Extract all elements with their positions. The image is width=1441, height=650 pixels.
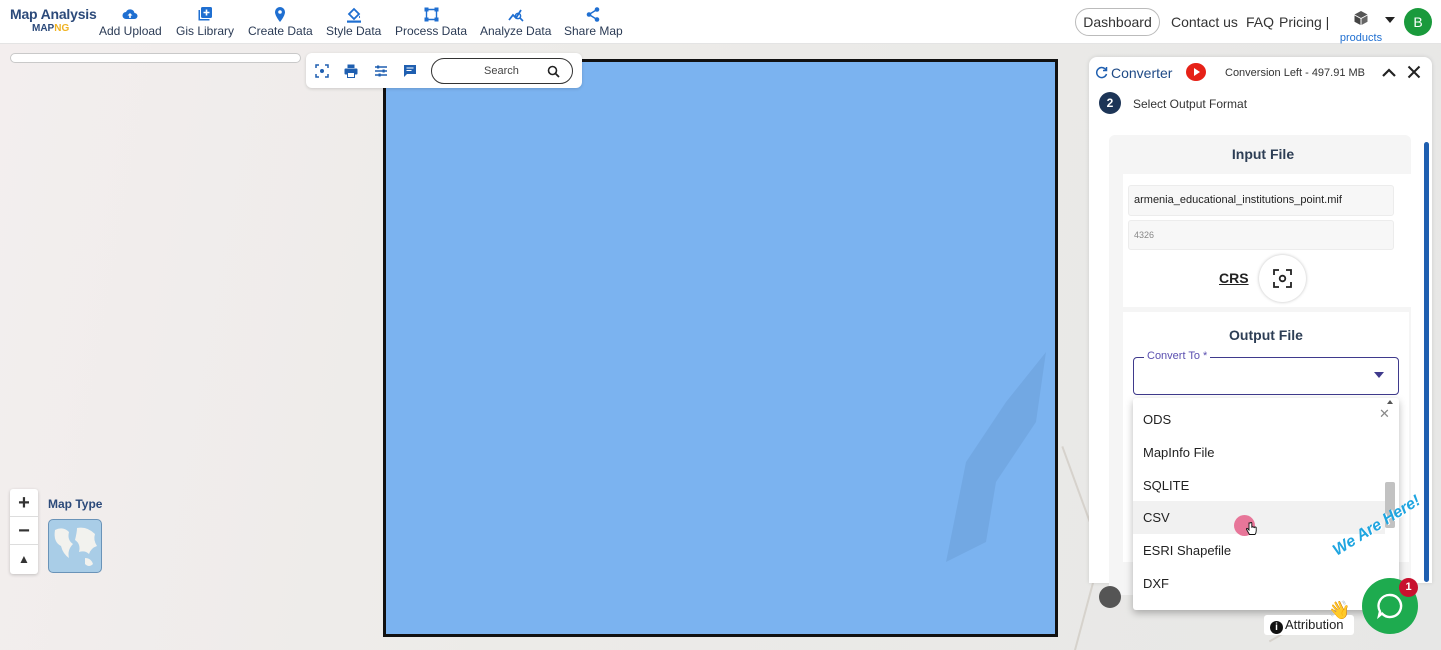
print-icon[interactable] [344, 64, 358, 78]
map-type-label: Map Type [48, 497, 103, 511]
info-icon: i [1270, 621, 1283, 634]
top-navbar: Map Analysis MAPNG Add Upload Gis Librar… [0, 0, 1441, 44]
crs-select-button[interactable] [1259, 255, 1306, 302]
convert-to-label: Convert To * [1144, 350, 1211, 362]
products-menu[interactable]: products [1336, 10, 1386, 44]
process-nodes-icon [395, 7, 467, 24]
input-file-heading: Input File [1231, 146, 1295, 162]
waving-hand-icon: 👋 [1328, 600, 1351, 620]
chevron-down-icon[interactable] [1374, 372, 1384, 378]
step-indicator [1099, 586, 1121, 608]
logo-subtitle-b: NG [54, 23, 70, 34]
search-placeholder: Search [484, 65, 519, 77]
nav-label: Gis Library [176, 24, 235, 38]
map-type-thumbnail[interactable] [48, 519, 102, 573]
nav-label: Share Map [564, 24, 623, 38]
focus-icon[interactable] [315, 64, 329, 78]
converter-header: Converter Conversion Left - 497.91 MB [1089, 57, 1432, 89]
nav-gis-library[interactable]: Gis Library [176, 7, 234, 38]
compass-reset-button[interactable]: ▲ [10, 545, 38, 573]
zoom-in-button[interactable]: + [10, 489, 38, 517]
contact-us-link[interactable]: Contact us [1171, 14, 1238, 30]
terrain-shading [946, 352, 1046, 562]
nav-share-map[interactable]: Share Map [564, 7, 623, 38]
nav-analyze-data[interactable]: Analyze Data [480, 7, 551, 38]
avatar[interactable]: B [1404, 8, 1432, 36]
opacity-slider[interactable] [10, 53, 301, 63]
panel-scrollbar[interactable] [1424, 142, 1429, 582]
input-filename-field[interactable]: armenia_educational_institutions_point.m… [1128, 185, 1394, 216]
pricing-link[interactable]: Pricing | [1279, 14, 1329, 30]
chevron-up-icon[interactable] [1381, 66, 1397, 84]
dropdown-option-mapinfo[interactable]: MapInfo File [1133, 436, 1385, 469]
chat-bubble-icon [1377, 593, 1403, 620]
logo-subtitle-a: MAP [32, 23, 55, 34]
dropdown-option-ods[interactable]: ODS [1133, 403, 1385, 436]
products-label: products [1339, 32, 1383, 44]
chat-notification-badge: 1 [1399, 578, 1418, 597]
step-number-badge: 2 [1099, 92, 1121, 114]
step-title: Select Output Format [1133, 97, 1248, 111]
nav-process-data[interactable]: Process Data [395, 7, 467, 38]
map-toolbar: Search [306, 53, 582, 88]
logo-subtitle: MAPNG [32, 23, 97, 34]
converter-title: Converter [1111, 65, 1173, 81]
paint-bucket-icon [326, 7, 381, 24]
dropdown-option-csv[interactable]: CSV [1133, 501, 1385, 534]
filter-icon[interactable] [374, 64, 388, 78]
scroll-up-arrow-icon[interactable] [1387, 400, 1393, 404]
chevron-down-icon[interactable] [1385, 17, 1395, 23]
refresh-icon [1095, 66, 1108, 84]
share-icon [564, 7, 623, 24]
conversion-left-text: Conversion Left - 497.91 MB [1225, 67, 1366, 79]
focus-crosshair-icon [1273, 269, 1292, 288]
logo-title: Map Analysis [10, 6, 97, 22]
nav-label: Process Data [395, 24, 468, 38]
crs-label: CRS [1219, 270, 1249, 286]
dropdown-option-dxf[interactable]: DXF [1133, 567, 1385, 600]
nav-create-data[interactable]: Create Data [248, 7, 313, 38]
format-dropdown-menu: ✕ ODS MapInfo File SQLITE CSV ESRI Shape… [1133, 398, 1399, 610]
nav-style-data[interactable]: Style Data [326, 7, 381, 38]
world-map-icon [54, 527, 97, 566]
search-input[interactable]: Search [431, 58, 573, 84]
analyze-chart-icon [480, 7, 551, 24]
zoom-out-button[interactable]: − [10, 517, 38, 545]
logo[interactable]: Map Analysis MAPNG [10, 6, 97, 34]
nav-add-upload[interactable]: Add Upload [99, 7, 162, 38]
nav-label: Add Upload [99, 24, 162, 38]
comment-icon[interactable] [403, 64, 417, 78]
convert-to-select[interactable] [1133, 357, 1399, 395]
output-file-heading: Output File [1229, 327, 1303, 343]
faq-link[interactable]: FAQ [1246, 14, 1274, 30]
location-pin-icon [248, 7, 313, 24]
youtube-icon[interactable] [1186, 63, 1206, 81]
nav-label: Create Data [248, 24, 313, 38]
dashboard-button[interactable]: Dashboard [1075, 8, 1160, 36]
input-crs-field[interactable]: 4326 [1128, 220, 1394, 250]
nav-label: Analyze Data [480, 24, 552, 38]
map-road [1061, 446, 1091, 522]
cube-icon [1353, 11, 1369, 30]
cloud-upload-icon [99, 7, 162, 24]
nav-label: Style Data [326, 24, 382, 38]
search-icon [547, 65, 560, 78]
map-polygon-layer[interactable] [383, 59, 1058, 637]
hand-cursor-icon [1246, 522, 1257, 541]
library-add-icon [176, 7, 234, 24]
dropdown-option-sqlite[interactable]: SQLITE [1133, 469, 1385, 502]
zoom-controls: + − ▲ [10, 489, 38, 574]
close-icon[interactable] [1407, 65, 1421, 84]
